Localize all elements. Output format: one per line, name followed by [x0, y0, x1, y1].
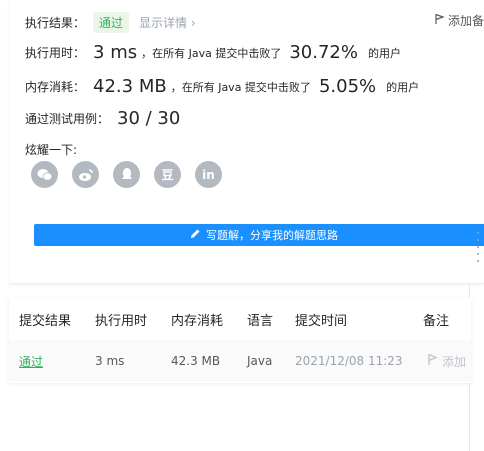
header-memory: 内存消耗 [171, 313, 224, 329]
header-language: 语言 [247, 313, 274, 329]
row-runtime: 3 ms [95, 354, 125, 368]
linkedin-icon[interactable]: in [195, 161, 222, 188]
add-note-label: 添加备 [447, 14, 484, 28]
show-details-link[interactable]: 显示详情 › [139, 14, 196, 31]
memory-suffix: 的用户 [386, 80, 420, 94]
table-header: 提交结果 执行用时 内存消耗 语言 提交时间 备注 [9, 298, 471, 340]
write-solution-label: 写题解，分享我的解题思路 [206, 229, 338, 242]
row-time: 2021/12/08 11:23 [295, 354, 403, 368]
testcase-label: 通过测试用例： [25, 112, 110, 126]
memory-label: 内存消耗： [25, 80, 86, 94]
result-card: 执行结果： 通过 显示详情 › 添加备 执行用时： 3 ms ，在所有 Java… [9, 0, 484, 284]
row-language: Java [247, 354, 273, 368]
memory-value: 42.3 MB [93, 76, 167, 97]
share-label-row: 炫耀一下: [25, 141, 77, 158]
result-label: 执行结果： [25, 16, 86, 30]
share-label: 炫耀一下: [25, 143, 78, 157]
row-memory: 42.3 MB [171, 354, 221, 368]
submission-table: 提交结果 执行用时 内存消耗 语言 提交时间 备注 通过 3 ms 42.3 M… [9, 298, 471, 383]
memory-row: 内存消耗： 42.3 MB ，在所有 Java 提交中击败了 5.05% 的用户 [25, 76, 419, 97]
header-note: 备注 [423, 313, 450, 329]
flag-icon [427, 353, 438, 369]
result-row: 执行结果： 通过 显示详情 › [25, 12, 196, 33]
qq-icon[interactable] [113, 161, 140, 188]
resize-handle[interactable] [475, 232, 481, 262]
runtime-mid-text: ，在所有 Java 提交中击败了 [141, 46, 282, 60]
runtime-percent: 30.72% [289, 42, 358, 63]
write-solution-button[interactable]: 写题解，分享我的解题思路 [34, 224, 484, 246]
status-badge: 通过 [93, 12, 130, 33]
add-note-button[interactable]: 添加备 [434, 12, 484, 29]
runtime-label: 执行用时： [25, 46, 86, 60]
header-runtime: 执行用时 [95, 313, 148, 329]
table-row[interactable]: 通过 3 ms 42.3 MB Java 2021/12/08 11:23 添加 [9, 340, 471, 382]
memory-mid-text: ，在所有 Java 提交中击败了 [170, 80, 311, 94]
memory-percent: 5.05% [318, 76, 377, 97]
flag-icon [434, 13, 445, 28]
runtime-suffix: 的用户 [367, 46, 401, 60]
testcase-row: 通过测试用例： 30 / 30 [25, 108, 184, 129]
weibo-icon[interactable] [72, 161, 99, 188]
douban-icon[interactable]: 豆 [154, 161, 181, 188]
header-time: 提交时间 [295, 313, 348, 329]
runtime-row: 执行用时： 3 ms ，在所有 Java 提交中击败了 30.72% 的用户 [25, 42, 401, 63]
wechat-icon[interactable] [31, 161, 58, 188]
runtime-value: 3 ms [93, 42, 138, 63]
testcase-value: 30 / 30 [117, 108, 181, 129]
row-add-note[interactable]: 添加 [427, 340, 466, 382]
row-add-note-label: 添加 [442, 354, 467, 369]
row-status-link[interactable]: 通过 [19, 340, 43, 382]
header-status: 提交结果 [19, 313, 72, 329]
share-icons: 豆 in [31, 161, 222, 188]
pencil-icon [190, 228, 201, 242]
